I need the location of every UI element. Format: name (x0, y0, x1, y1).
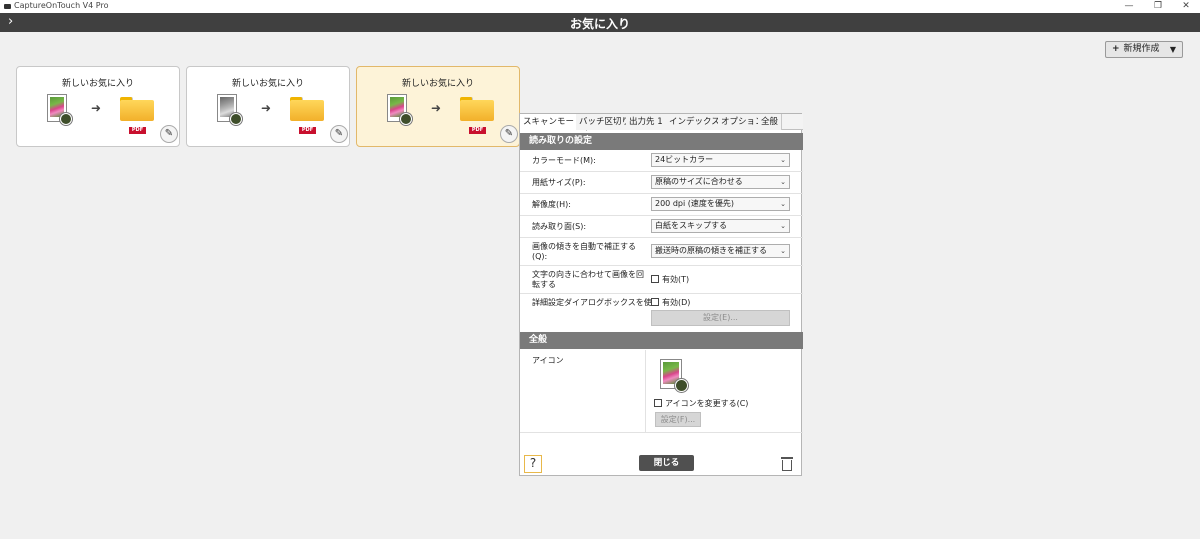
color-mode-label: カラーモード(M): (532, 156, 596, 165)
general-divider (645, 350, 646, 432)
page-title: お気に入り (569, 17, 630, 31)
checkbox-icon (651, 298, 659, 306)
new-favorite-button[interactable]: + 新規作成 ▼ (1105, 41, 1183, 58)
rotate-row: 文字の向きに合わせて画像を回 転する 有効(T) (520, 266, 803, 294)
new-button-label: 新規作成 (1123, 44, 1160, 54)
pdf-format-badge: PDF (299, 127, 316, 134)
checkbox-icon (651, 275, 659, 283)
plus-icon: + (1112, 44, 1120, 54)
color-mode-select[interactable]: 24ビットカラー ⌄ (651, 153, 790, 167)
deskew-row: 画像の傾きを自動で補正する (Q): 搬送時の原稿の傾きを補正する ⌄ (520, 238, 803, 266)
edit-pencil-button[interactable]: ✎ (500, 125, 518, 143)
edit-pencil-button[interactable]: ✎ (330, 125, 348, 143)
scan-side-row: 読み取り面(S): 白紙をスキップする ⌄ (520, 216, 803, 238)
color-mode-row: カラーモード(M): 24ビットカラー ⌄ (520, 150, 803, 172)
icon-settings-button[interactable]: 設定(F)... (655, 412, 701, 427)
favorite-card-selected[interactable]: 新しいお気に入り ➜ PDF ✎ (356, 66, 520, 147)
close-window-button[interactable]: ✕ (1172, 0, 1200, 13)
detail-dialog-row: 詳細設定ダイアログボックスを使う 有効(D) 設定(E)... (520, 294, 803, 332)
detail-dialog-checkbox[interactable]: 有効(D) (651, 298, 690, 308)
detail-settings-button[interactable]: 設定(E)... (651, 310, 790, 326)
caret-down-icon: ▼ (1169, 45, 1176, 54)
pdf-format-badge: PDF (129, 127, 146, 134)
scan-badge-icon (60, 113, 72, 125)
pdf-format-badge: PDF (469, 127, 486, 134)
restore-button[interactable]: ❐ (1144, 0, 1172, 13)
card-title: 新しいお気に入り (61, 79, 134, 89)
deskew-label: 画像の傾きを自動で補正する (Q): (532, 242, 636, 261)
footer-divider (520, 432, 803, 433)
resolution-select[interactable]: 200 dpi (速度を優先) ⌄ (651, 197, 790, 211)
favorite-settings-panel: スキャンモード バッチ区切り 出力先 1 インデックス 1 オプション 全般 読… (519, 113, 803, 476)
folder-icon (460, 97, 494, 121)
card-title: 新しいお気に入り (401, 79, 474, 89)
arrow-right-icon: ➜ (431, 101, 442, 115)
paper-size-row: 用紙サイズ(P): 原稿のサイズに合わせる ⌄ (520, 172, 803, 194)
deskew-select[interactable]: 搬送時の原稿の傾きを補正する ⌄ (651, 244, 790, 258)
deskew-value: 搬送時の原稿の傾きを補正する (655, 246, 767, 255)
favorite-card[interactable]: 新しいお気に入り ➜ PDF ✎ (186, 66, 350, 147)
arrow-right-icon: ➜ (261, 101, 272, 115)
scan-settings-header: 読み取りの設定 (520, 133, 803, 150)
settings-tabs: スキャンモード バッチ区切り 出力先 1 インデックス 1 オプション 全般 (520, 114, 803, 131)
trash-icon[interactable] (780, 456, 794, 472)
change-icon-checkbox[interactable]: アイコンを変更する(C) (654, 399, 748, 409)
help-button[interactable]: ? (524, 455, 542, 473)
edit-pencil-button[interactable]: ✎ (160, 125, 178, 143)
rotate-label: 文字の向きに合わせて画像を回 転する (532, 270, 644, 289)
arrow-right-icon: ➜ (91, 101, 102, 115)
chevron-down-icon: ⌄ (780, 247, 786, 255)
detail-dialog-label: 詳細設定ダイアログボックスを使う (532, 298, 660, 307)
folder-icon (290, 97, 324, 121)
close-panel-button[interactable]: 閉じる (639, 455, 694, 471)
chevron-down-icon: ⌄ (780, 222, 786, 230)
color-document-icon (387, 94, 412, 125)
folder-icon (120, 97, 154, 121)
grayscale-document-icon (217, 94, 242, 125)
paper-size-select[interactable]: 原稿のサイズに合わせる ⌄ (651, 175, 790, 189)
app-icon (4, 4, 11, 9)
header-bar: › お気に入り (0, 13, 1200, 32)
favorite-icon-preview (660, 359, 688, 392)
paper-size-label: 用紙サイズ(P): (532, 178, 586, 187)
window-titlebar: CaptureOnTouch V4 Pro — ❐ ✕ (0, 0, 1200, 13)
scan-badge-icon (400, 113, 412, 125)
favorite-card[interactable]: 新しいお気に入り ➜ PDF ✎ (16, 66, 180, 147)
minimize-button[interactable]: — (1115, 0, 1143, 13)
paper-size-value: 原稿のサイズに合わせる (655, 177, 743, 186)
color-document-icon (47, 94, 72, 125)
app-title: CaptureOnTouch V4 Pro (14, 1, 109, 10)
resolution-label: 解像度(H): (532, 200, 571, 209)
scan-badge-icon (230, 113, 242, 125)
scan-badge-icon (675, 379, 688, 392)
color-mode-value: 24ビットカラー (655, 155, 714, 164)
scan-side-value: 白紙をスキップする (655, 221, 727, 230)
resolution-row: 解像度(H): 200 dpi (速度を優先) ⌄ (520, 194, 803, 216)
icon-label: アイコン (532, 356, 564, 365)
tab-output-1[interactable]: 出力先 1 (626, 114, 667, 130)
chevron-down-icon: ⌄ (780, 156, 786, 164)
chevron-down-icon: ⌄ (780, 200, 786, 208)
scan-side-select[interactable]: 白紙をスキップする ⌄ (651, 219, 790, 233)
resolution-value: 200 dpi (速度を優先) (655, 199, 734, 208)
tab-general[interactable]: 全般 (758, 114, 783, 130)
checkbox-icon (654, 399, 662, 407)
card-title: 新しいお気に入り (231, 79, 304, 89)
general-settings-header: 全般 (520, 332, 803, 349)
rotate-enable-checkbox[interactable]: 有効(T) (651, 275, 689, 285)
scan-side-label: 読み取り面(S): (532, 222, 587, 231)
chevron-down-icon: ⌄ (780, 178, 786, 186)
